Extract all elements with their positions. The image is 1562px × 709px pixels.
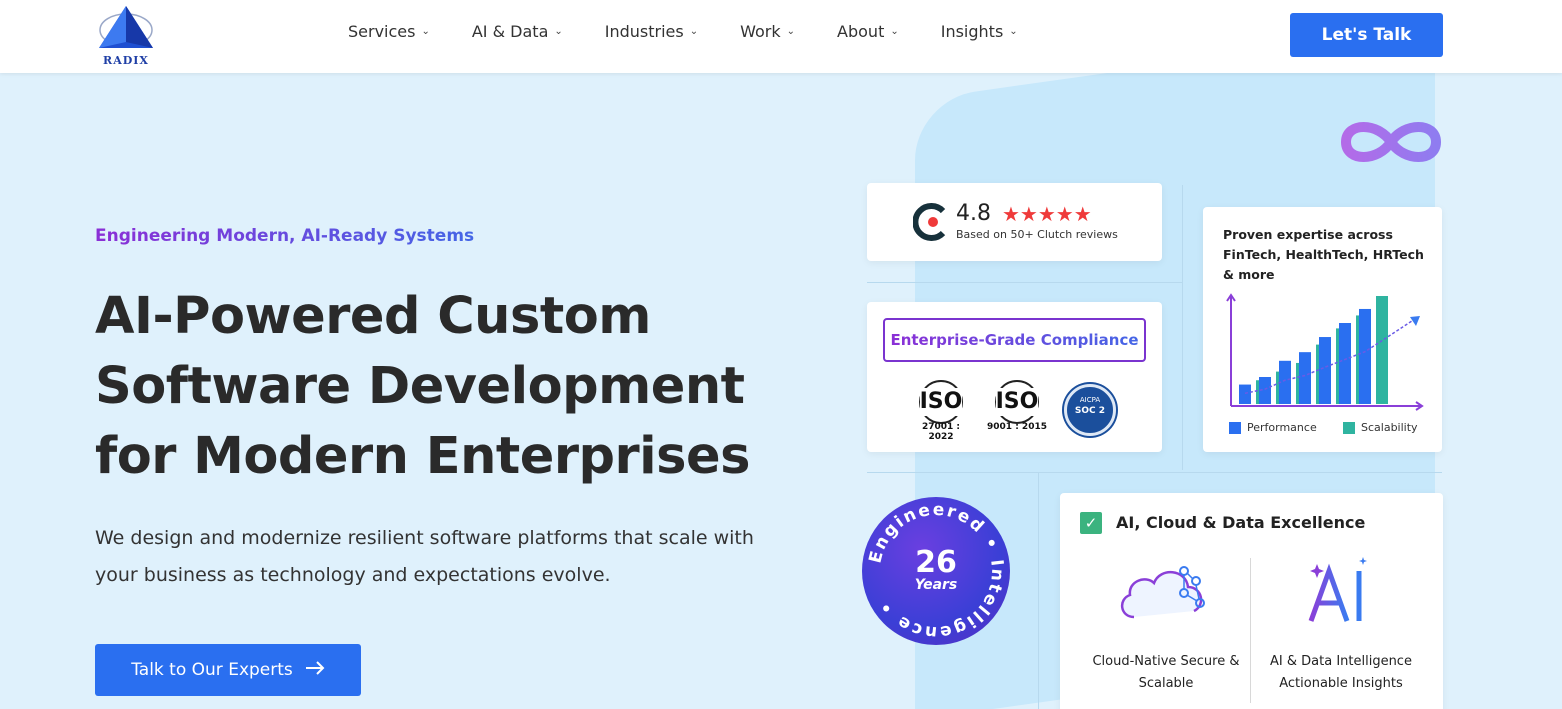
grid-divider bbox=[867, 472, 1442, 473]
compliance-card: Enterprise-Grade Compliance ISO 27001 : … bbox=[867, 302, 1162, 452]
pyramid-logo-icon bbox=[99, 6, 153, 48]
lets-talk-button[interactable]: Let's Talk bbox=[1290, 13, 1443, 57]
hero-title-line: Software Development bbox=[95, 357, 745, 416]
legend-swatch bbox=[1229, 421, 1241, 434]
chevron-down-icon: ⌄ bbox=[786, 26, 796, 37]
soc-bottom-text: SOC 2 bbox=[1074, 406, 1106, 416]
nav-label: Work bbox=[740, 22, 781, 41]
nav-about[interactable]: About ⌄ bbox=[837, 22, 899, 41]
cloud-network-icon bbox=[1121, 566, 1205, 619]
clutch-rating-card[interactable]: 4.8 ★★★★★ Based on 50+ Clutch reviews bbox=[867, 183, 1162, 261]
legend-label: Scalability bbox=[1361, 421, 1418, 434]
nav-label: Insights bbox=[940, 22, 1004, 41]
soc-top-text: AICPA bbox=[1079, 396, 1101, 404]
bar-scalability bbox=[1376, 296, 1388, 404]
iso-9001-badge: ISO 9001 : 2015 bbox=[985, 380, 1049, 440]
rating-stars: ★★★★★ bbox=[1002, 202, 1092, 226]
chevron-down-icon: ⌄ bbox=[890, 26, 899, 37]
iso-word: ISO bbox=[995, 388, 1039, 416]
feature-cloud: Cloud-Native Secure & Scalable bbox=[1081, 651, 1251, 695]
checkmark-icon: ✓ bbox=[1080, 512, 1102, 534]
excellence-title: AI, Cloud & Data Excellence bbox=[1116, 513, 1366, 532]
chevron-down-icon: ⌄ bbox=[689, 26, 699, 37]
nav-label: Industries bbox=[604, 22, 684, 41]
chevron-down-icon: ⌄ bbox=[1009, 26, 1018, 37]
years-label: Years bbox=[914, 577, 958, 593]
rating-score: 4.8 bbox=[956, 201, 991, 226]
aicpa-soc2-badge: AICPA SOC 2 bbox=[1064, 384, 1116, 436]
nav-services[interactable]: Services ⌄ bbox=[348, 22, 430, 41]
years-number: 26 bbox=[915, 545, 957, 580]
legend-label: Performance bbox=[1247, 421, 1317, 434]
talk-to-experts-button[interactable]: Talk to Our Experts bbox=[95, 644, 361, 696]
bar-performance bbox=[1339, 323, 1351, 404]
clutch-logo-icon bbox=[913, 203, 946, 241]
hero-title-line: AI-Powered Custom bbox=[95, 287, 651, 346]
bar-performance bbox=[1359, 308, 1371, 404]
radix-logo[interactable]: RADIX bbox=[93, 4, 159, 68]
ai-letters-icon bbox=[1308, 557, 1367, 622]
compliance-label-text: Enterprise-Grade Compliance bbox=[890, 331, 1139, 349]
chevron-down-icon: ⌄ bbox=[421, 26, 430, 37]
logo-text: RADIX bbox=[103, 54, 149, 67]
grid-divider bbox=[1182, 185, 1183, 470]
trend-arrow-icon bbox=[1410, 316, 1420, 326]
nav-label: AI & Data bbox=[471, 22, 549, 41]
iso-code: 27001 : 2022 bbox=[921, 422, 961, 442]
feature-label: Cloud-Native Secure & bbox=[1092, 654, 1240, 669]
hero-title: AI-Powered Custom Software Development f… bbox=[95, 282, 815, 492]
bar-performance bbox=[1239, 384, 1251, 404]
excellence-card: ✓ AI, Cloud & Data Excellence Cloud-Nati… bbox=[1060, 493, 1443, 709]
arrow-right-icon bbox=[305, 660, 325, 680]
nav-label: About bbox=[837, 22, 885, 41]
hero-description: We design and modernize resilient softwa… bbox=[95, 527, 754, 586]
legend-swatch bbox=[1343, 421, 1355, 434]
nav-label: Services bbox=[348, 22, 416, 41]
nav-industries[interactable]: Industries ⌄ bbox=[605, 22, 698, 41]
grid-divider bbox=[1038, 472, 1039, 709]
feature-label: AI & Data Intelligence bbox=[1270, 654, 1412, 669]
feature-ai: AI & Data Intelligence Actionable Insigh… bbox=[1256, 651, 1426, 695]
iso-code: 9001 : 2015 bbox=[987, 422, 1047, 432]
hero-eyebrow: Engineering Modern, AI-Ready Systems bbox=[95, 226, 475, 246]
bar-chart bbox=[1226, 293, 1424, 411]
feature-label: Actionable Insights bbox=[1279, 676, 1403, 691]
legend-performance: Performance bbox=[1229, 421, 1317, 434]
nav-insights[interactable]: Insights ⌄ bbox=[941, 22, 1018, 41]
main-nav: Services ⌄ AI & Data ⌄ Industries ⌄ Work ⌄ A… bbox=[348, 22, 1060, 41]
chevron-down-icon: ⌄ bbox=[554, 26, 563, 37]
y-axis bbox=[1226, 293, 1236, 406]
grid-divider bbox=[867, 282, 1182, 283]
nav-ai-data[interactable]: AI & Data ⌄ bbox=[472, 22, 563, 41]
bar-performance bbox=[1319, 337, 1331, 404]
iso-27001-badge: ISO 27001 : 2022 bbox=[909, 380, 973, 442]
bar-performance bbox=[1299, 352, 1311, 404]
infinity-icon bbox=[1340, 122, 1442, 162]
nav-work[interactable]: Work ⌄ bbox=[740, 22, 795, 41]
chart-title: Proven expertise across FinTech, HealthT… bbox=[1223, 227, 1424, 282]
hero-title-line: for Modern Enterprises bbox=[95, 427, 750, 486]
compliance-label: Enterprise-Grade Compliance bbox=[883, 318, 1146, 362]
site-header: RADIX Services ⌄ AI & Data ⌄ Industries ⌄ W… bbox=[0, 0, 1562, 73]
button-label: Talk to Our Experts bbox=[131, 660, 293, 680]
legend-scalability: Scalability bbox=[1343, 421, 1418, 434]
years-badge: Engineered • Intelligence • 26 Years bbox=[862, 497, 1010, 645]
iso-word: ISO bbox=[919, 388, 963, 416]
feature-label: Scalable bbox=[1138, 676, 1194, 691]
rating-subtitle: Based on 50+ Clutch reviews bbox=[956, 228, 1118, 241]
expertise-chart-card: Proven expertise across FinTech, HealthT… bbox=[1203, 207, 1442, 452]
